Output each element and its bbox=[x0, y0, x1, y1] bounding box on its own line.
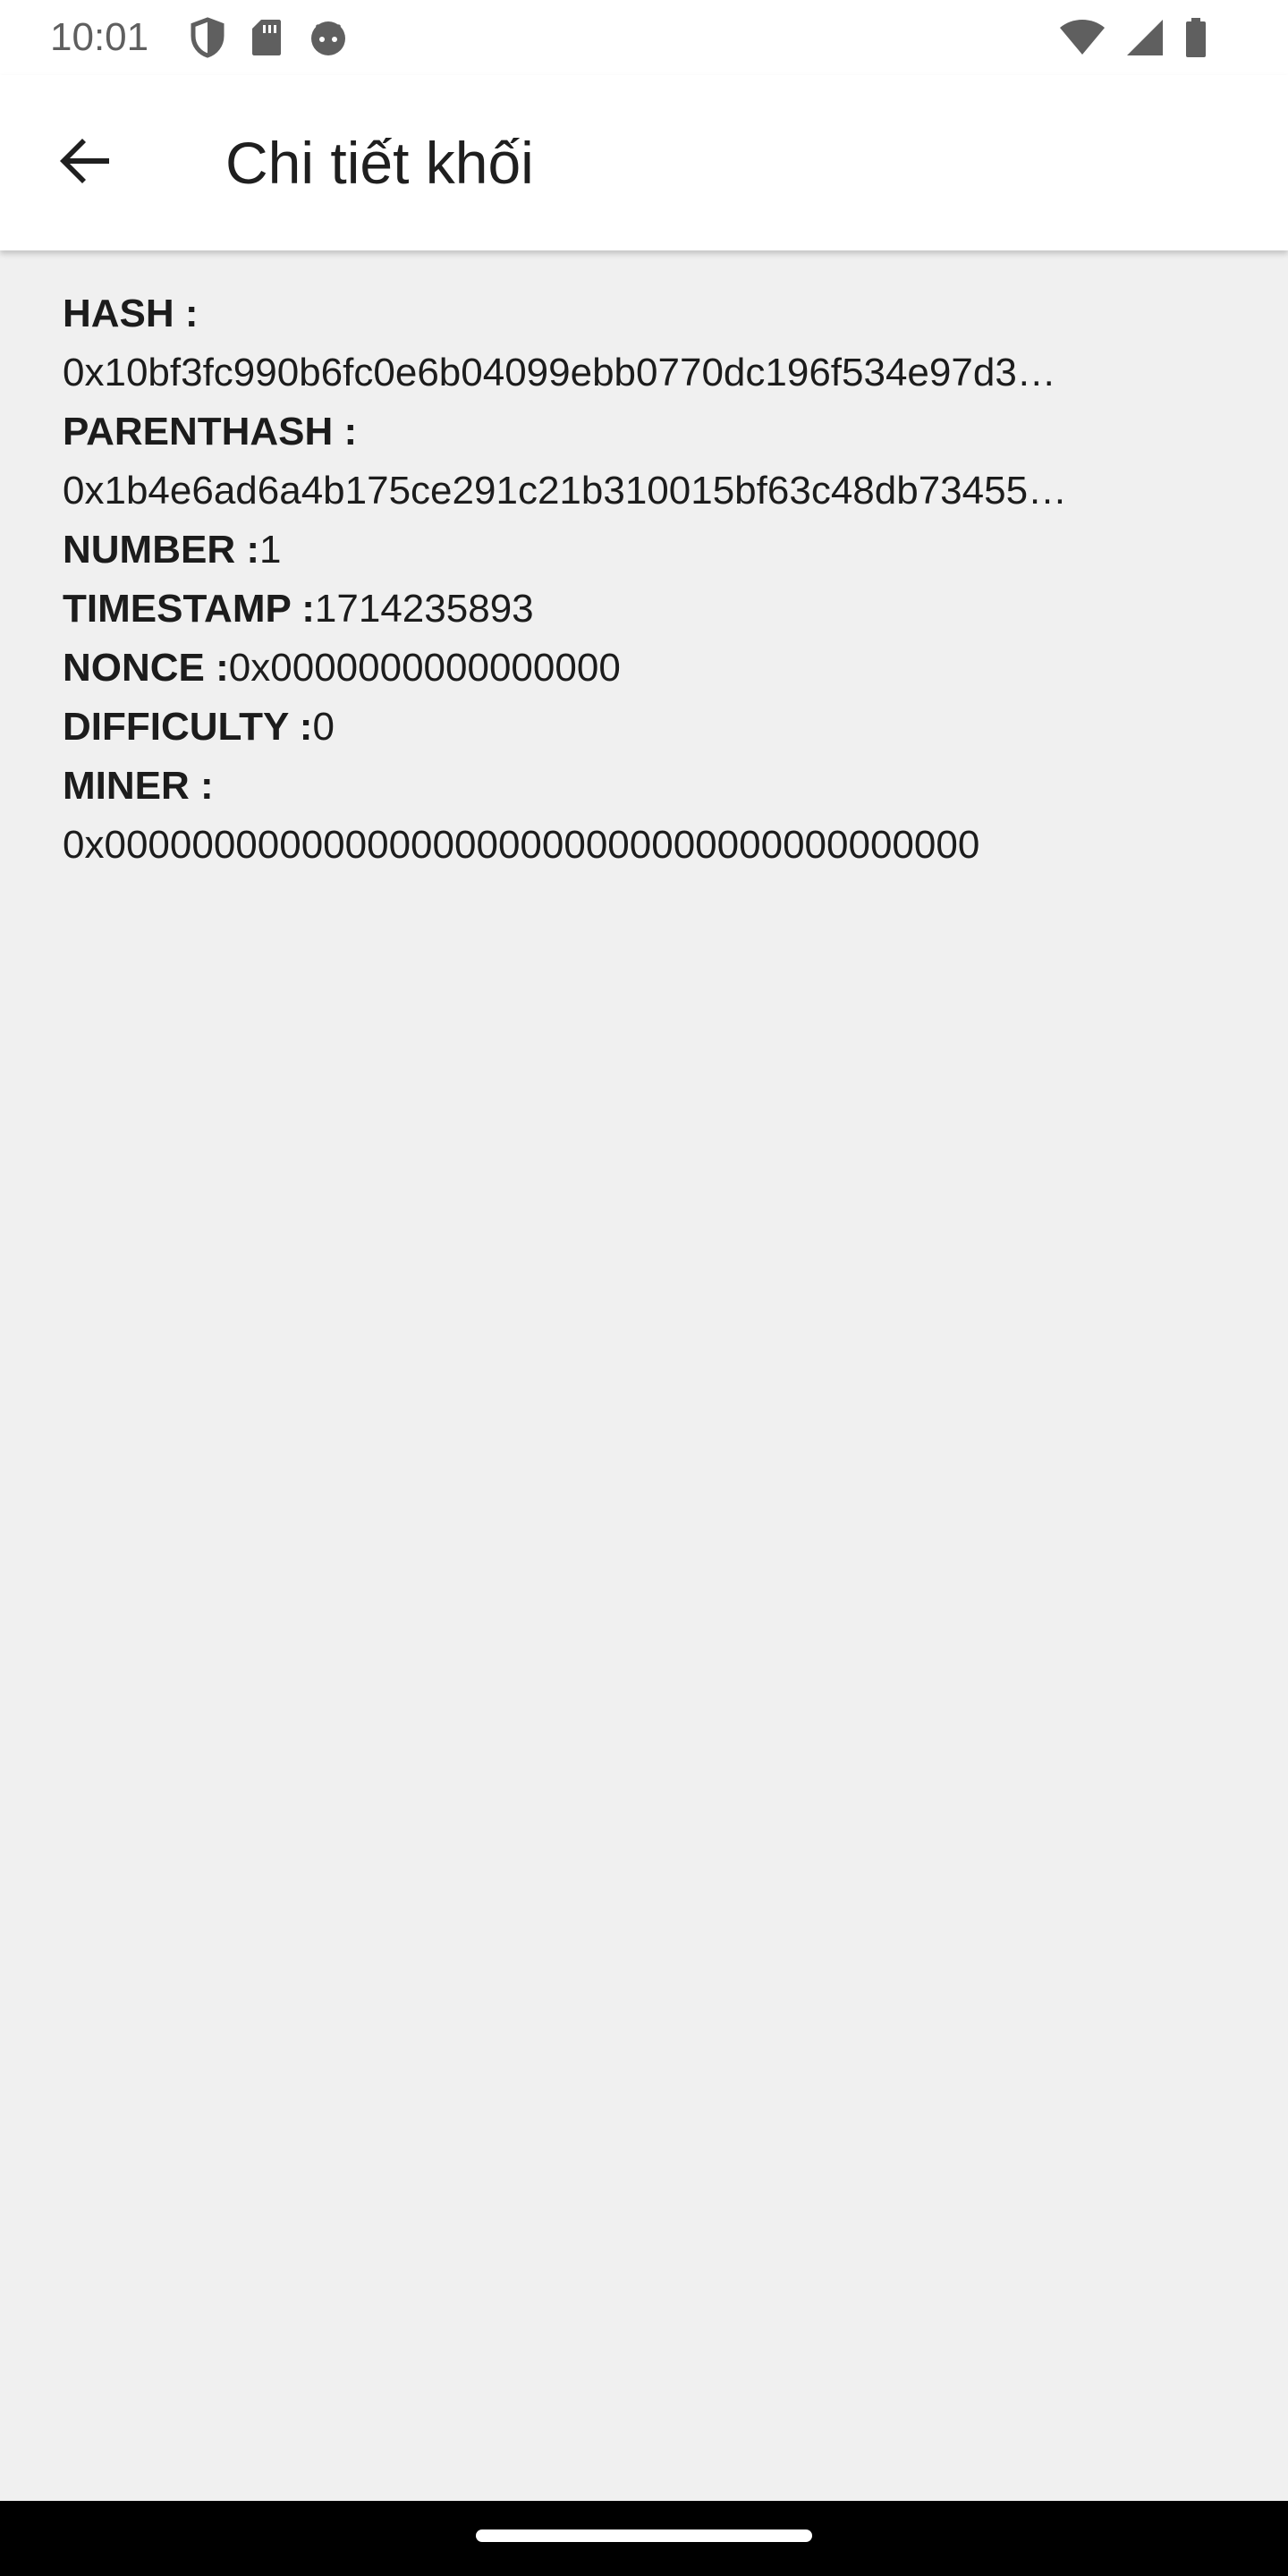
cellular-signal-icon bbox=[1125, 18, 1165, 57]
app-bar: Chi tiết khối bbox=[0, 75, 1288, 250]
navigation-bar bbox=[0, 2501, 1288, 2576]
number-value: 1 bbox=[258, 528, 282, 572]
difficulty-label: DIFFICULTY : bbox=[63, 705, 313, 749]
difficulty-row: DIFFICULTY :0 bbox=[63, 698, 1199, 757]
status-right-icons bbox=[1059, 16, 1208, 59]
nonce-value: 0x0000000000000000 bbox=[228, 646, 621, 690]
android-face-icon bbox=[308, 17, 349, 58]
block-details: HASH : 0x10bf3fc990b6fc0e6b04099ebb0770d… bbox=[63, 284, 1199, 875]
status-left-icons bbox=[190, 16, 349, 59]
sd-card-icon bbox=[250, 18, 283, 57]
status-bar: 10:01 bbox=[0, 0, 1288, 75]
timestamp-value: 1714235893 bbox=[314, 587, 534, 631]
hash-label: HASH : bbox=[63, 292, 199, 335]
miner-label-row: MINER : bbox=[63, 757, 1199, 816]
timestamp-label: TIMESTAMP : bbox=[63, 587, 315, 631]
miner-label: MINER : bbox=[63, 764, 214, 808]
parenthash-label-row: PARENTHASH : bbox=[63, 402, 1199, 462]
shield-icon bbox=[190, 17, 225, 58]
status-time: 10:01 bbox=[50, 15, 149, 59]
hash-label-row: HASH : bbox=[63, 284, 1199, 343]
home-gesture-handle[interactable] bbox=[476, 2529, 812, 2542]
number-label: NUMBER : bbox=[63, 528, 259, 572]
number-row: NUMBER :1 bbox=[63, 521, 1199, 580]
nonce-row: NONCE :0x0000000000000000 bbox=[63, 639, 1199, 698]
timestamp-row: TIMESTAMP :1714235893 bbox=[63, 580, 1199, 639]
wifi-icon bbox=[1059, 19, 1106, 56]
arrow-back-icon bbox=[57, 132, 114, 194]
back-button[interactable] bbox=[43, 120, 129, 206]
parenthash-label: PARENTHASH : bbox=[63, 410, 358, 453]
nonce-label: NONCE : bbox=[63, 646, 229, 690]
difficulty-value: 0 bbox=[312, 705, 335, 749]
hash-value: 0x10bf3fc990b6fc0e6b04099ebb0770dc196f53… bbox=[63, 351, 1056, 394]
page-title: Chi tiết khối bbox=[225, 130, 534, 196]
miner-value: 0x00000000000000000000000000000000000000… bbox=[63, 823, 980, 867]
battery-icon bbox=[1184, 17, 1208, 58]
parenthash-value: 0x1b4e6ad6a4b175ce291c21b310015bf63c48db… bbox=[63, 469, 1068, 513]
